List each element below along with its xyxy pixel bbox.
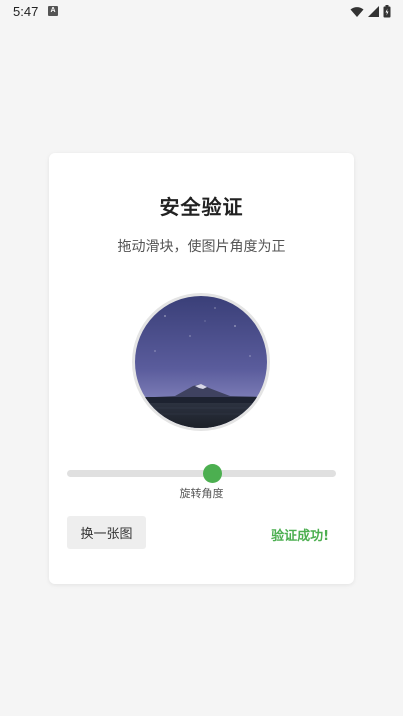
status-icons (350, 5, 391, 18)
rotate-captcha-image (132, 293, 270, 431)
signal-icon (368, 6, 379, 17)
rotation-slider-track[interactable] (67, 470, 336, 477)
verification-status: 验证成功! (271, 529, 329, 544)
wifi-icon (350, 6, 364, 17)
slider-label: 旋转角度 (179, 487, 224, 500)
dialog-instructions: 拖动滑块，使图片角度为正 (117, 239, 286, 255)
rotation-slider-thumb[interactable] (202, 464, 222, 483)
dialog-title: 安全验证 (159, 195, 244, 219)
battery-icon (383, 5, 391, 18)
mountain-night-sky-image (135, 296, 267, 428)
notification-icon: A (48, 6, 58, 16)
change-image-button[interactable]: 换一张图 (67, 516, 146, 549)
status-time: 5:47 (13, 4, 39, 19)
security-verification-dialog: 安全验证 拖动滑块，使图片角度为正 旋转角度 换一张图 验证成功! (49, 153, 354, 584)
status-bar: 5:47 A (0, 0, 403, 24)
